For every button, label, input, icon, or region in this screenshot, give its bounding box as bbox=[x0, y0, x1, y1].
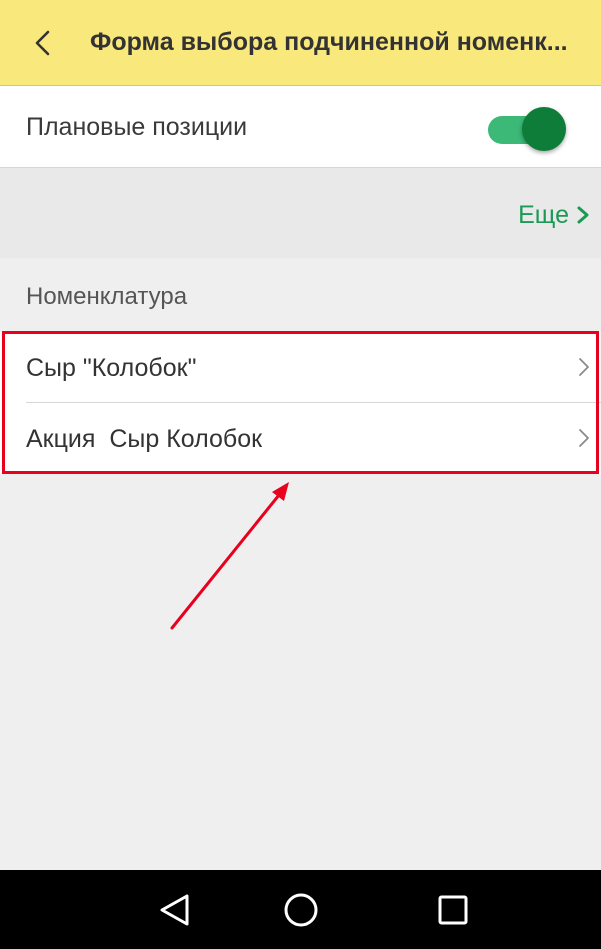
nav-recents-button[interactable] bbox=[431, 890, 475, 930]
chevron-right-icon bbox=[577, 206, 589, 224]
chevron-right-icon bbox=[579, 429, 589, 447]
toggle-knob bbox=[522, 107, 566, 151]
more-bar: Еще bbox=[0, 168, 601, 258]
section-title-nomenclature: Номенклатура bbox=[26, 283, 188, 310]
system-navigation-bar bbox=[0, 870, 601, 949]
more-button[interactable]: Еще bbox=[518, 201, 569, 230]
nomenclature-list: Сыр "Колобок" Акция Сыр Колобок bbox=[0, 332, 601, 474]
planned-positions-label: Плановые позиции bbox=[26, 113, 248, 141]
list-item[interactable]: Сыр "Колобок" bbox=[0, 332, 601, 403]
chevron-left-icon bbox=[35, 30, 50, 56]
home-circle-icon bbox=[284, 893, 318, 927]
planned-positions-toggle[interactable] bbox=[486, 104, 576, 154]
list-item[interactable]: Акция Сыр Колобок bbox=[0, 403, 601, 474]
chevron-right-icon bbox=[579, 358, 589, 376]
recents-square-icon bbox=[438, 895, 468, 925]
nav-home-button[interactable] bbox=[279, 890, 323, 930]
back-button[interactable] bbox=[22, 20, 66, 66]
back-triangle-icon bbox=[160, 894, 189, 926]
nav-back-button[interactable] bbox=[153, 890, 197, 930]
page-title: Форма выбора подчиненной номенк... bbox=[90, 28, 568, 56]
list-item-label: Сыр "Колобок" bbox=[26, 354, 197, 382]
app-header: Форма выбора подчиненной номенк... bbox=[0, 0, 601, 86]
list-item-label: Акция Сыр Колобок bbox=[26, 425, 263, 453]
planned-positions-row: Плановые позиции bbox=[0, 86, 601, 168]
